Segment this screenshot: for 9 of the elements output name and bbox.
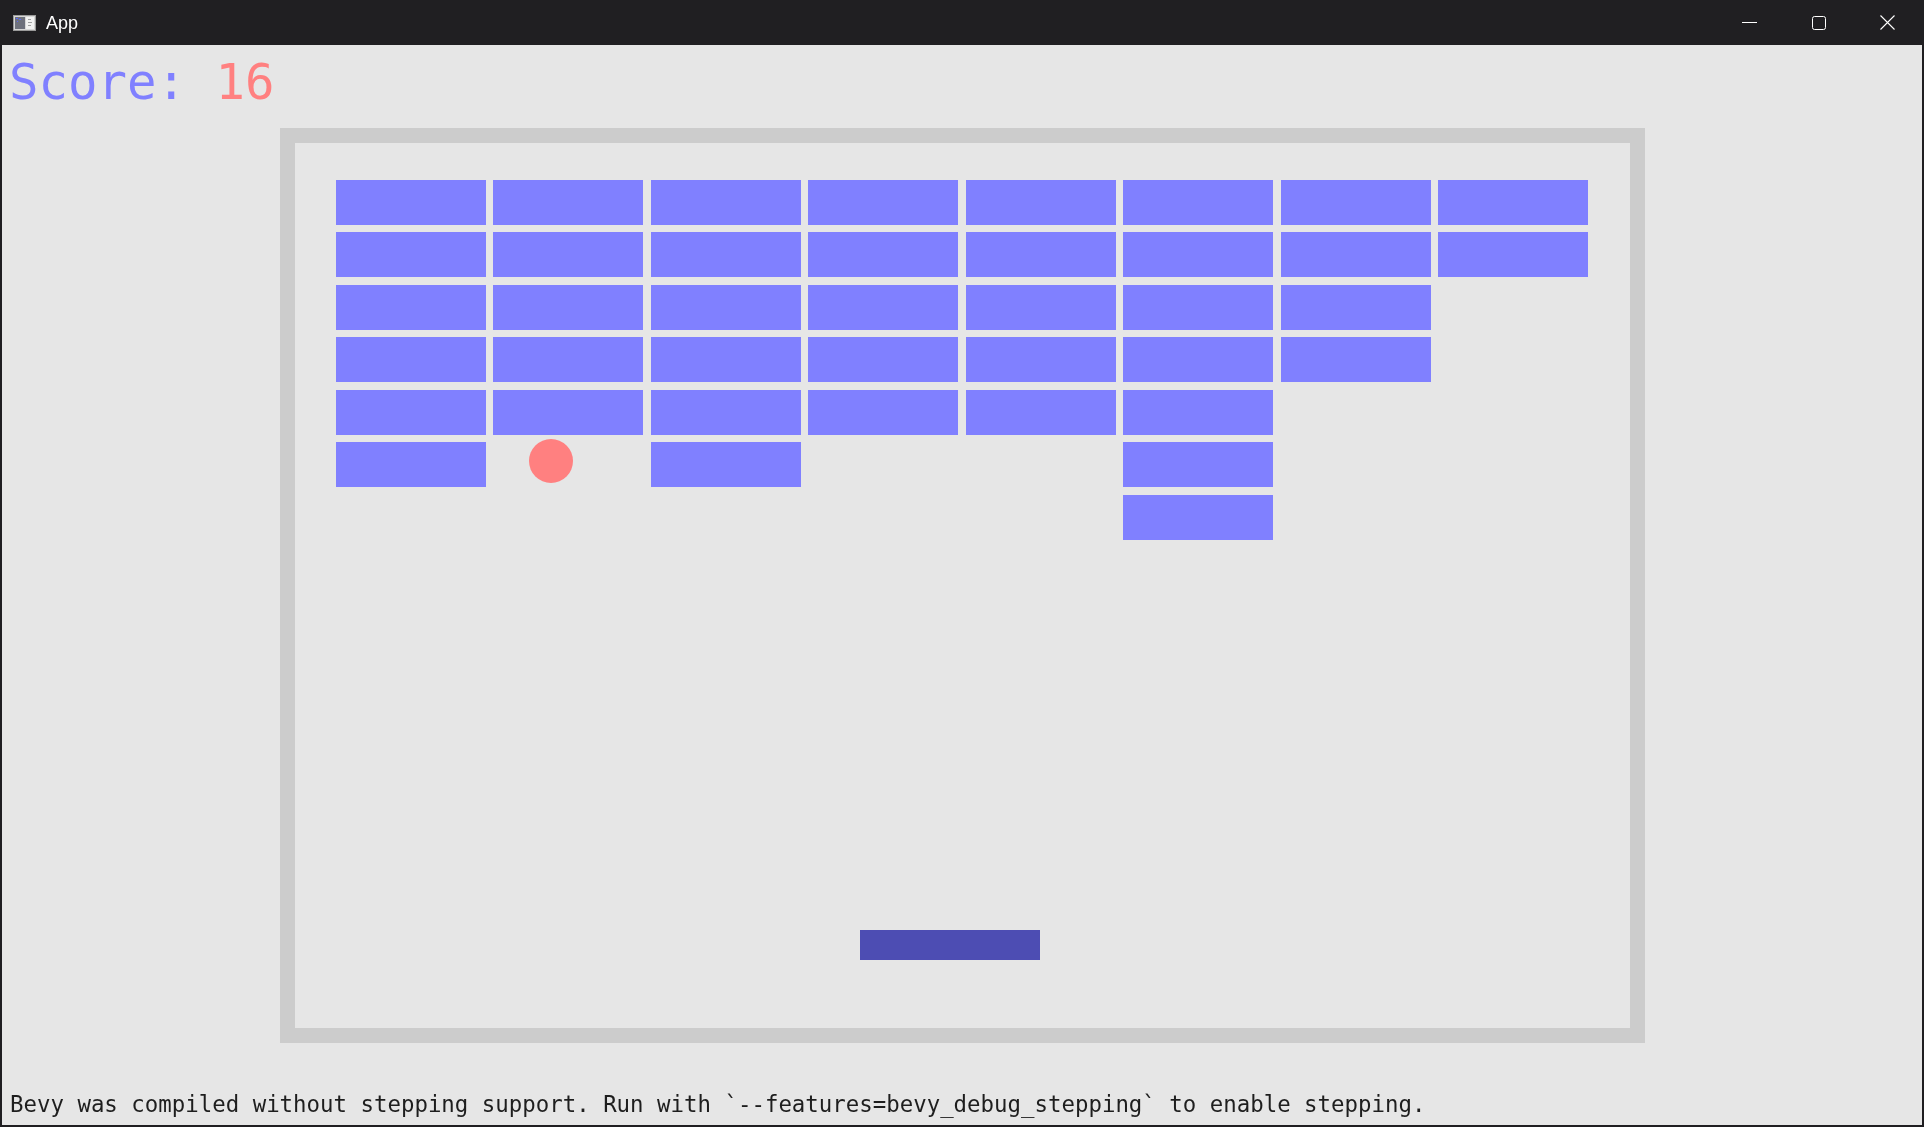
ball [528, 438, 573, 483]
close-icon [1880, 15, 1895, 30]
window-icon [13, 15, 36, 31]
score-value: 16 [215, 54, 275, 111]
minimize-icon [1742, 22, 1757, 23]
score-label: Score: [9, 54, 186, 111]
status-message: Bevy was compiled without stepping support. Run with `--features=bevy_debug_stepping` to enable stepping. [10, 1090, 1426, 1118]
window-title: App [46, 11, 79, 34]
maximize-icon [1811, 15, 1826, 30]
